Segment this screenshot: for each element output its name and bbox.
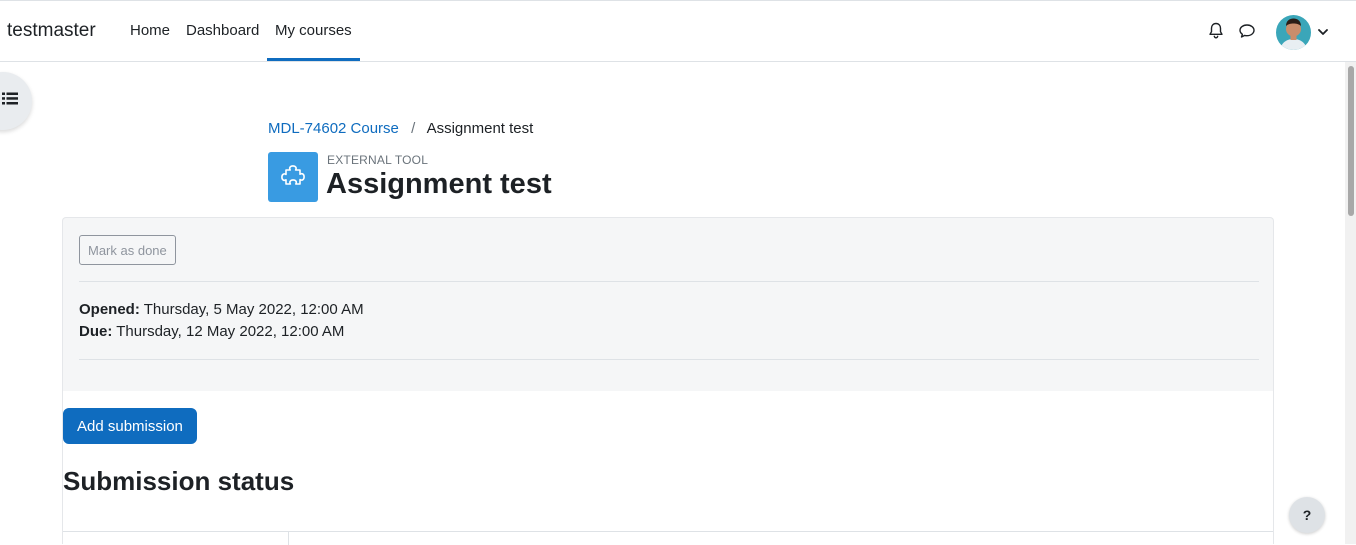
puzzle-icon bbox=[268, 152, 318, 202]
scrollbar-thumb[interactable] bbox=[1348, 66, 1354, 216]
page-title: Assignment test bbox=[326, 168, 552, 200]
nav-my-courses-link[interactable]: My courses bbox=[275, 22, 352, 39]
submission-status-heading: Submission status bbox=[63, 466, 295, 496]
opened-date: Opened: Thursday, 5 May 2022, 12:00 AM bbox=[79, 301, 364, 318]
due-date: Due: Thursday, 12 May 2022, 12:00 AM bbox=[79, 323, 344, 340]
list-icon bbox=[2, 92, 18, 110]
due-label: Due: bbox=[79, 323, 113, 340]
course-index-toggle[interactable] bbox=[0, 72, 32, 130]
nav-dashboard-link[interactable]: Dashboard bbox=[186, 22, 259, 39]
submission-status-table bbox=[63, 531, 1273, 545]
activity-information-panel: Mark as done Opened: Thursday, 5 May 202… bbox=[62, 217, 1274, 391]
active-nav-indicator bbox=[267, 58, 360, 61]
divider bbox=[79, 359, 1259, 360]
add-submission-button[interactable]: Add submission bbox=[63, 408, 197, 444]
nav-home-link[interactable]: Home bbox=[130, 22, 170, 39]
breadcrumb-current: Assignment test bbox=[426, 120, 534, 137]
breadcrumb-separator: / bbox=[411, 120, 416, 137]
due-value: Thursday, 12 May 2022, 12:00 AM bbox=[112, 323, 345, 340]
chat-icon[interactable] bbox=[1237, 21, 1257, 41]
page-scrollbar[interactable] bbox=[1345, 62, 1356, 544]
table-column-separator bbox=[288, 532, 289, 545]
opened-value: Thursday, 5 May 2022, 12:00 AM bbox=[139, 301, 364, 318]
site-brand[interactable]: testmaster bbox=[7, 20, 96, 42]
breadcrumb: MDL-74602 Course / Assignment test bbox=[268, 120, 533, 137]
help-button[interactable]: ? bbox=[1289, 497, 1325, 533]
activity-type-label: EXTERNAL TOOL bbox=[327, 153, 429, 167]
avatar[interactable] bbox=[1276, 15, 1311, 50]
divider bbox=[79, 281, 1259, 282]
mark-as-done-button[interactable]: Mark as done bbox=[79, 235, 176, 265]
breadcrumb-course-link[interactable]: MDL-74602 Course bbox=[268, 120, 399, 137]
opened-label: Opened: bbox=[79, 301, 140, 318]
bell-icon[interactable] bbox=[1206, 21, 1226, 41]
top-navbar: testmaster Home Dashboard My courses bbox=[0, 0, 1356, 62]
chevron-down-icon[interactable] bbox=[1316, 25, 1330, 39]
